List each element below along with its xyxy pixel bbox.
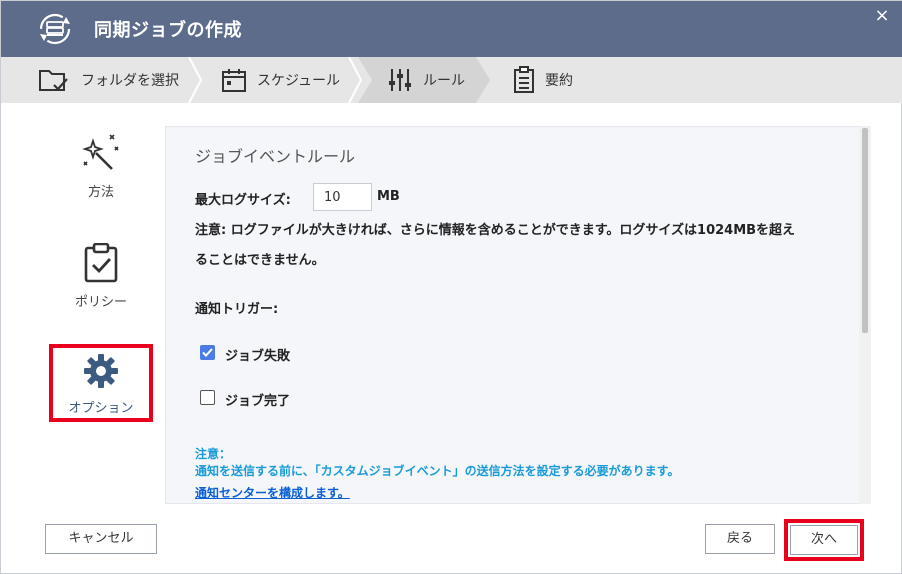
step-summary[interactable]: 要約: [513, 57, 573, 103]
step-separator: [348, 57, 363, 103]
folder-check-icon: [39, 70, 68, 91]
step-label: ルール: [423, 73, 465, 89]
calendar-icon: [222, 69, 246, 92]
nav-label: 方法: [87, 185, 114, 200]
job-completed-label: ジョブ完了: [225, 394, 291, 409]
step-separator: [188, 57, 203, 103]
max-log-size-unit: MB: [377, 189, 400, 204]
sliders-icon: [389, 69, 411, 91]
job-failed-checkbox[interactable]: [200, 345, 215, 360]
next-button[interactable]: 次へ: [790, 525, 858, 555]
nav-policy[interactable]: ポリシー: [46, 242, 156, 310]
step-label: 要約: [545, 73, 573, 89]
title-bar: 同期ジョブの作成 ×: [1, 1, 902, 57]
check-icon: [202, 348, 213, 357]
log-note-line2: ることはできません。: [195, 253, 325, 268]
cancel-button[interactable]: キャンセル: [45, 524, 157, 554]
back-button[interactable]: 戻る: [705, 524, 775, 554]
step-select-folder[interactable]: フォルダを選択: [37, 57, 179, 103]
close-button[interactable]: ×: [873, 7, 891, 25]
step-rules[interactable]: ルール: [387, 57, 465, 103]
create-sync-job-dialog: 同期ジョブの作成 × フォルダを選択 スケジュール ルール 要約 方法 ポリシー…: [0, 0, 902, 574]
job-failed-label: ジョブ失敗: [225, 349, 291, 364]
configure-notification-center-link[interactable]: 通知センターを構成します。: [195, 484, 350, 501]
section-title: ジョブイベントルール: [195, 147, 356, 166]
max-log-size-label: 最大ログサイズ:: [195, 193, 291, 208]
nav-label: ポリシー: [74, 295, 127, 310]
step-label: フォルダを選択: [81, 73, 179, 89]
dialog-title: 同期ジョブの作成: [94, 20, 242, 41]
log-note-line1: 注意: ログファイルが大きければ、さらに情報を含めることができます。ログサイズは…: [195, 223, 796, 238]
nav-method[interactable]: 方法: [46, 133, 156, 200]
step-label: スケジュール: [257, 73, 341, 89]
notify-note-body: 通知を送信する前に、「カスタムジョブイベント」の送信方法を設定する必要があります…: [195, 464, 680, 478]
step-schedule[interactable]: スケジュール: [221, 57, 340, 103]
scrollbar-thumb[interactable]: [862, 128, 868, 333]
clipboard-check-icon: [84, 242, 118, 283]
highlight-box: [49, 344, 153, 422]
sync-job-icon: [39, 13, 71, 45]
magic-wand-icon: [82, 134, 119, 170]
max-log-size-input[interactable]: [313, 183, 372, 211]
notify-trigger-label: 通知トリガー:: [195, 302, 279, 317]
notify-note-title: 注意：: [195, 447, 232, 461]
clipboard-list-icon: [514, 66, 534, 93]
job-completed-checkbox[interactable]: [200, 390, 215, 405]
wizard-steps: フォルダを選択 スケジュール ルール 要約: [1, 57, 902, 103]
